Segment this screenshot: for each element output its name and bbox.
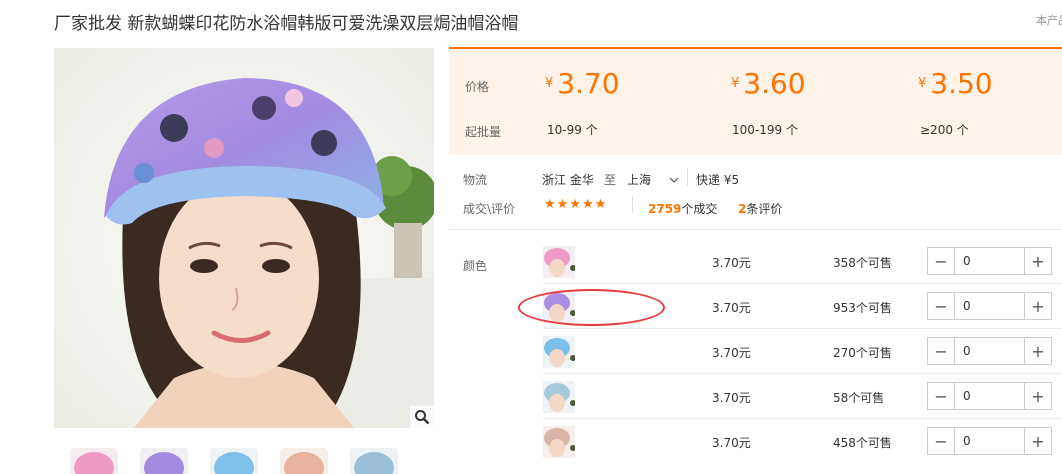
price-tier-1: ¥3.70	[545, 67, 620, 100]
ship-to: 上海	[627, 173, 652, 187]
sku-stock: 58个可售	[833, 391, 885, 405]
sku-thumbnail[interactable]	[543, 426, 575, 458]
range-tier-2: 100-199 个	[732, 123, 798, 137]
ship-to-select[interactable]: 上海	[627, 171, 679, 188]
range-tier-3: ≥200 个	[920, 123, 969, 137]
deals-suffix: 个成交	[681, 202, 718, 216]
sku-thumbnail[interactable]	[543, 246, 575, 278]
sku-stock: 953个可售	[833, 301, 892, 315]
minus-button[interactable]: −	[928, 383, 954, 409]
thumbnail[interactable]	[140, 448, 188, 474]
quantity-input[interactable]: 0	[954, 338, 1025, 364]
ship-divider	[687, 168, 688, 186]
thumbnail[interactable]	[280, 448, 328, 474]
quantity-input[interactable]: 0	[954, 248, 1025, 274]
quantity-stepper: − 0 +	[927, 247, 1052, 275]
plus-icon: +	[1031, 431, 1045, 451]
plus-icon: +	[1031, 386, 1045, 406]
minus-button[interactable]: −	[928, 248, 954, 274]
plus-button[interactable]: +	[1025, 383, 1051, 409]
sku-price: 3.70元	[712, 436, 751, 450]
minus-icon: −	[934, 341, 948, 361]
star-icon: ★★★★★	[544, 197, 608, 212]
quantity-input[interactable]: 0	[954, 428, 1025, 454]
quantity-stepper: − 0 +	[927, 292, 1052, 320]
sku-price: 3.70元	[712, 301, 751, 315]
sku-stock: 458个可售	[833, 436, 892, 450]
minus-icon: −	[934, 431, 948, 451]
minus-button[interactable]: −	[928, 338, 954, 364]
row-divider	[543, 373, 1062, 374]
minus-button[interactable]: −	[928, 428, 954, 454]
minus-icon: −	[934, 296, 948, 316]
plus-icon: +	[1031, 296, 1045, 316]
price-tier-3: ¥3.50	[918, 67, 993, 100]
ship-from: 浙江 金华	[542, 173, 594, 187]
plus-button[interactable]: +	[1025, 248, 1051, 274]
minus-button[interactable]: −	[928, 293, 954, 319]
review-suffix: 条评价	[746, 202, 783, 216]
row-divider	[543, 283, 1062, 284]
sku-price: 3.70元	[712, 391, 751, 405]
sku-row: 3.70元 270个可售 − 0 +	[449, 332, 1062, 374]
sku-price: 3.70元	[712, 346, 751, 360]
chevron-down-icon	[669, 177, 679, 183]
thumbnail[interactable]	[210, 448, 258, 474]
sku-thumbnail[interactable]	[543, 381, 575, 413]
review-count-wrap[interactable]: 2条评价	[738, 200, 782, 217]
thumbnail[interactable]	[350, 448, 398, 474]
express-fee: 快递 ¥5	[696, 173, 740, 187]
plus-button[interactable]: +	[1025, 428, 1051, 454]
price-tier-2: ¥3.60	[731, 67, 806, 100]
review-divider	[632, 197, 633, 213]
plus-button[interactable]: +	[1025, 293, 1051, 319]
quantity-input[interactable]: 0	[954, 383, 1025, 409]
product-title: 厂家批发 新款蝴蝶印花防水浴帽韩版可爱洗澡双层焗油帽浴帽	[54, 14, 519, 34]
sku-price: 3.70元	[712, 256, 751, 270]
reviews-label: 成交\评价	[463, 202, 516, 216]
sku-row: 3.70元 58个可售 − 0 +	[449, 377, 1062, 419]
zoom-icon	[415, 410, 430, 425]
zoom-button[interactable]	[410, 406, 434, 428]
plus-icon: +	[1031, 341, 1045, 361]
plus-button[interactable]: +	[1025, 338, 1051, 364]
minus-icon: −	[934, 251, 948, 271]
sku-row: 3.70元 458个可售 − 0 +	[449, 422, 1062, 464]
annotation-circle	[518, 289, 665, 326]
row-divider	[543, 328, 1062, 329]
plus-icon: +	[1031, 251, 1045, 271]
quantity-input[interactable]: 0	[954, 293, 1025, 319]
main-product-image[interactable]	[54, 48, 434, 428]
quantity-stepper: − 0 +	[927, 382, 1052, 410]
price-label: 价格	[465, 80, 490, 94]
sku-row: 3.70元 358个可售 − 0 +	[449, 242, 1062, 284]
minus-icon: −	[934, 386, 948, 406]
thumbnail[interactable]	[70, 448, 118, 474]
row-divider	[543, 418, 1062, 419]
deals-count: 2759	[648, 202, 682, 216]
thumbnail-strip	[70, 448, 398, 474]
section-divider	[449, 229, 1062, 230]
deals-count-wrap[interactable]: 2759个成交	[648, 200, 717, 217]
sku-stock: 270个可售	[833, 346, 892, 360]
moq-label: 起批量	[465, 125, 502, 139]
price-panel: 价格 起批量 ¥3.70 ¥3.60 ¥3.50 10-99 个 100-199…	[449, 47, 1062, 155]
quantity-stepper: − 0 +	[927, 337, 1052, 365]
corner-link[interactable]: 本产品	[1036, 12, 1062, 28]
range-tier-1: 10-99 个	[547, 123, 598, 137]
logistics-label: 物流	[463, 173, 488, 187]
sku-stock: 358个可售	[833, 256, 892, 270]
ship-to-word: 至	[604, 173, 617, 187]
sku-thumbnail[interactable]	[543, 336, 575, 368]
quantity-stepper: − 0 +	[927, 427, 1052, 455]
